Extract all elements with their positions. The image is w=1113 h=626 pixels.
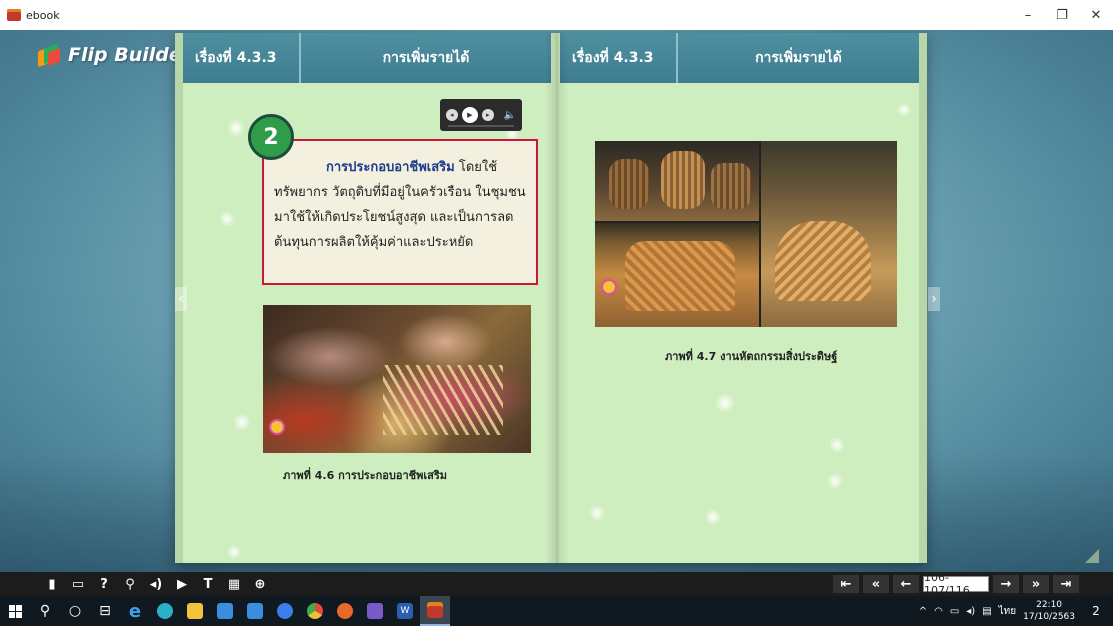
right-page-header: เรื่องที่ 4.3.3 การเพิ่มรายได้ <box>560 33 919 83</box>
notification-center-icon[interactable]: 2 <box>1085 600 1107 622</box>
prev-fast-button[interactable]: « <box>863 575 889 593</box>
left-page-header: เรื่องที่ 4.3.3 การเพิ่มรายได้ <box>183 33 551 83</box>
flip-builder-logo[interactable]: Flip Builder <box>38 43 192 68</box>
maximize-button[interactable]: ❐ <box>1045 0 1079 30</box>
help-icon[interactable]: ? <box>92 575 116 593</box>
volume-icon[interactable]: 🔈 <box>504 110 516 121</box>
last-page-button[interactable]: ⇥ <box>1053 575 1079 593</box>
page-curl-corner[interactable] <box>1085 549 1099 563</box>
logo-text: Flip Builder <box>68 44 192 66</box>
prev-page-button[interactable]: ← <box>893 575 919 593</box>
prev-page-arrow[interactable]: ‹ <box>175 287 187 311</box>
next-page-arrow[interactable]: › <box>928 287 940 311</box>
page-number-input[interactable]: 106-107/116 <box>923 571 989 597</box>
cortana-icon[interactable]: ○ <box>60 596 90 626</box>
window-titlebar: ebook – ❐ ✕ <box>0 0 1113 30</box>
browser-icon[interactable] <box>270 596 300 626</box>
system-clock[interactable]: 22:10 17/10/2563 <box>1023 599 1075 623</box>
flipbook: เรื่องที่ 4.3.3 การเพิ่มรายได้ เรื่องที่… <box>175 33 1099 563</box>
battery-icon[interactable]: ▭ <box>950 606 959 617</box>
zoom-icon[interactable]: ⊕ <box>248 575 272 593</box>
right-photo-caption: ภาพที่ 4.7 งานหัตถกรรมสิ่งประดิษฐ์ <box>665 350 838 363</box>
right-topic-label: การเพิ่มรายได้ <box>755 50 842 66</box>
toolbar-left-tools: ▮ ▭ ? ⚲ ◂) ▶ T ▦ ⊕ <box>40 575 272 593</box>
clock-time: 22:10 <box>1036 600 1063 610</box>
logo-icon <box>38 43 62 68</box>
firefox-icon[interactable] <box>330 596 360 626</box>
play-icon[interactable]: ▶ <box>461 107 478 123</box>
audio-progress-bar[interactable] <box>448 125 514 127</box>
viewer-toolbar: ▮ ▭ ? ⚲ ◂) ▶ T ▦ ⊕ ⇤ « ← 106-107/116 → »… <box>0 571 1113 597</box>
app-icon <box>7 9 21 21</box>
chrome-icon[interactable] <box>300 596 330 626</box>
search-icon[interactable]: ⚲ <box>30 596 60 626</box>
clock-date: 17/10/2563 <box>1023 612 1075 622</box>
window-title: ebook <box>26 8 60 22</box>
toolbar-page-nav: ⇤ « ← 106-107/116 → » ⇥ <box>833 571 1079 597</box>
word-icon[interactable]: W <box>390 596 420 626</box>
sound-icon[interactable]: ◂) <box>144 575 168 593</box>
left-section-label: เรื่องที่ 4.3.3 <box>183 33 301 83</box>
content-highlight: การประกอบอาชีพเสริม <box>326 160 455 175</box>
next-fast-button[interactable]: » <box>1023 575 1049 593</box>
photos-icon[interactable] <box>360 596 390 626</box>
content-text-box: การประกอบอาชีพเสริม โดยใช้ทรัพยากร วัตถุ… <box>262 139 538 285</box>
keyboard-icon[interactable]: ▤ <box>982 606 991 617</box>
minimize-button[interactable]: – <box>1011 0 1045 30</box>
system-tray: ^ ◠ ▭ ◂) ▤ ไทย 22:10 17/10/2563 2 <box>919 596 1113 626</box>
autoflip-icon[interactable]: ▶ <box>170 575 194 593</box>
forward-icon[interactable]: ▸ <box>481 109 494 121</box>
tray-expand-icon[interactable]: ^ <box>919 606 927 617</box>
grid-icon[interactable]: ▦ <box>222 575 246 593</box>
item-number-badge: 2 <box>248 114 294 160</box>
text-icon[interactable]: T <box>196 575 220 593</box>
windows-taskbar: ⚲ ○ ⊟ e W ^ ◠ ▭ ◂) ▤ ไทย 22:10 17/10/256… <box>0 596 1113 626</box>
watermark-logo-icon <box>269 419 285 435</box>
store-icon[interactable] <box>210 596 240 626</box>
ie-icon[interactable]: e <box>120 596 150 626</box>
window-controls: – ❐ ✕ <box>1011 0 1113 30</box>
task-view-icon[interactable]: ⊟ <box>90 596 120 626</box>
right-section-label: เรื่องที่ 4.3.3 <box>560 33 678 83</box>
mail-icon[interactable] <box>240 596 270 626</box>
volume-icon[interactable]: ◂) <box>966 606 975 617</box>
windows-start-icon[interactable] <box>0 596 30 626</box>
search-icon[interactable]: ⚲ <box>118 575 142 593</box>
wifi-icon[interactable]: ◠ <box>934 606 943 617</box>
edge-icon[interactable] <box>150 596 180 626</box>
watermark-logo-icon <box>601 279 617 295</box>
left-photo-caption: ภาพที่ 4.6 การประกอบอาชีพเสริม <box>283 469 448 482</box>
language-indicator[interactable]: ไทย <box>999 604 1016 619</box>
photo-handicraft-baskets <box>595 141 897 327</box>
first-page-button[interactable]: ⇤ <box>833 575 859 593</box>
next-page-button[interactable]: → <box>993 575 1019 593</box>
audio-player[interactable]: ◂ ▶ ▸ 🔈 <box>440 99 522 131</box>
file-explorer-icon[interactable] <box>180 596 210 626</box>
photo-weaving-women <box>263 305 531 453</box>
content-paragraph: การประกอบอาชีพเสริม โดยใช้ทรัพยากร วัตถุ… <box>274 155 526 255</box>
rewind-icon[interactable]: ◂ <box>445 109 458 121</box>
book-spine <box>545 33 569 563</box>
ebook-app-icon[interactable] <box>420 596 450 626</box>
close-button[interactable]: ✕ <box>1079 0 1113 30</box>
bookmark-icon[interactable]: ▮ <box>40 575 64 593</box>
book-viewer: Flip Builder ‹ › เรื่องที่ 4.3.3 การเพิ่… <box>0 30 1113 572</box>
thumbnail-icon[interactable]: ▭ <box>66 575 90 593</box>
left-topic-label: การเพิ่มรายได้ <box>382 50 470 66</box>
